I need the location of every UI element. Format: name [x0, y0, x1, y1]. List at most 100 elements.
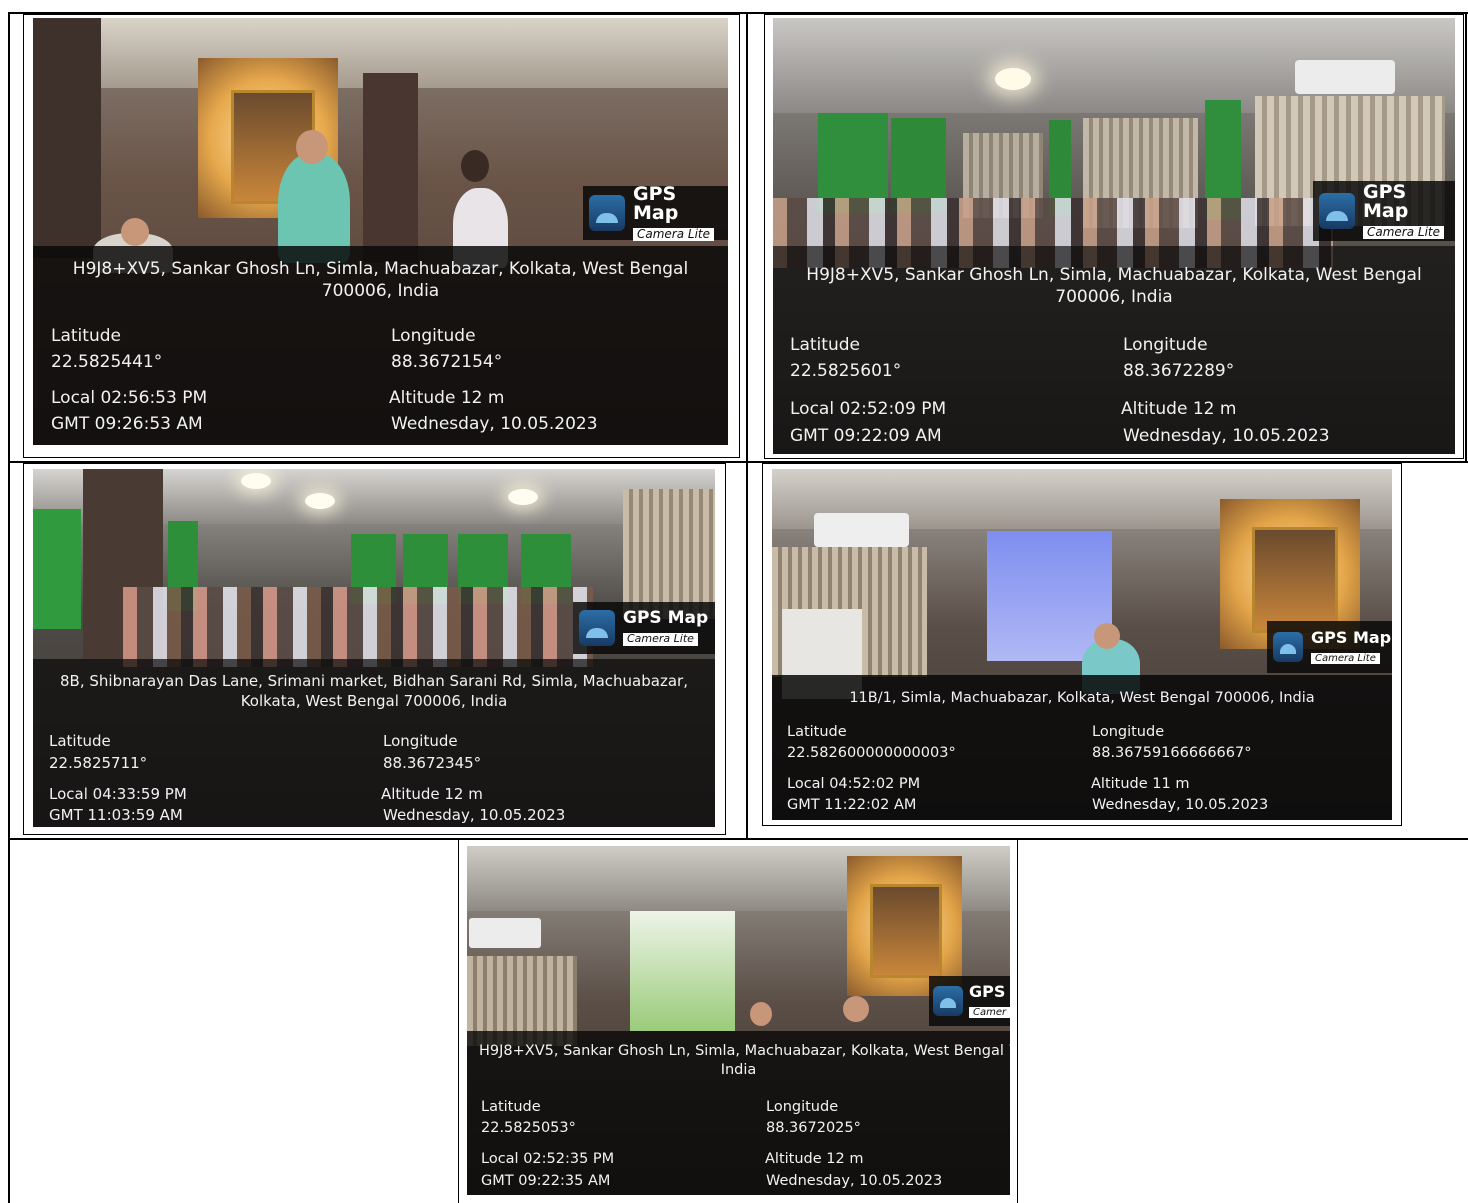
gps-info-overlay: 8B, Shibnarayan Das Lane, Srimani market…: [33, 659, 715, 827]
gmt-time: GMT 11:03:59 AM: [49, 806, 183, 824]
gmt-time: GMT 11:22:02 AM: [787, 797, 917, 813]
altitude: Altitude 12 m: [765, 1151, 864, 1167]
badge-title: GPS: [969, 981, 1006, 1001]
longitude-value: 88.3672154°: [391, 352, 503, 372]
date: Wednesday, 10.05.2023: [1123, 426, 1330, 446]
badge-title: GPS Map: [1363, 180, 1409, 222]
green-panel: [33, 509, 81, 629]
gps-map-badge: GPS Map Camera Lite: [1267, 621, 1392, 673]
address: H9J8+XV5, Sankar Ghosh Ln, Simla, Machua…: [479, 1043, 1010, 1059]
gps-map-badge: GPS Camer: [929, 976, 1010, 1026]
local-time: Local 02:52:35 PM: [481, 1151, 615, 1167]
badge-subtitle: Camera Lite: [1363, 225, 1445, 240]
latitude-value: 22.5825711°: [49, 754, 148, 772]
table-row-divider-2: [8, 838, 1468, 840]
head: [121, 218, 149, 246]
longitude-value: 88.3672289°: [1123, 361, 1235, 381]
date: Wednesday, 10.05.2023: [383, 806, 566, 824]
latitude-label: Latitude: [787, 724, 847, 740]
geotagged-photo: GPS Map Camera Lite 11B/1, Simla, Machua…: [772, 469, 1392, 820]
head: [843, 996, 869, 1022]
longitude-value: 88.3672025°: [766, 1120, 861, 1136]
ceiling-light: [508, 489, 538, 505]
latitude-label: Latitude: [481, 1099, 541, 1115]
gps-map-badge: GPS Map Camera Lite: [583, 182, 728, 242]
head: [296, 130, 328, 164]
latitude-value: 22.5825601°: [790, 361, 902, 381]
longitude-label: Longitude: [383, 732, 458, 750]
latitude-label: Latitude: [49, 732, 111, 750]
gps-map-badge: GPS Map Camera Lite: [573, 602, 715, 654]
gps-info-overlay: H9J8+XV5, Sankar Ghosh Ln, Simla, Machua…: [33, 246, 728, 445]
gps-info-overlay: 11B/1, Simla, Machuabazar, Kolkata, West…: [772, 675, 1392, 820]
badge-subtitle: Camera Lite: [633, 227, 715, 242]
latitude-label: Latitude: [51, 326, 121, 346]
gmt-time: GMT 09:22:35 AM: [481, 1173, 611, 1189]
table-divider-row3-right: [1017, 838, 1018, 1203]
projector-screen: [987, 531, 1112, 661]
altitude: Altitude 12 m: [381, 785, 483, 803]
latitude-value: 22.5825053°: [481, 1120, 576, 1136]
address: H9J8+XV5, Sankar Ghosh Ln, Simla, Machua…: [806, 265, 1422, 308]
badge-subtitle: Camer: [969, 1006, 1010, 1018]
longitude-label: Longitude: [766, 1099, 839, 1115]
wall-pillar: [33, 18, 101, 258]
wall-panel: [363, 73, 418, 263]
head: [1094, 623, 1120, 649]
latitude-label: Latitude: [790, 335, 860, 355]
air-conditioner: [469, 918, 541, 948]
longitude-label: Longitude: [1123, 335, 1208, 355]
geotagged-photo: GPS Camer H9J8+XV5, Sankar Ghosh Ln, Sim…: [467, 846, 1010, 1195]
gps-map-camera-logo-icon: [1273, 632, 1303, 662]
badge-title: GPS Map: [633, 182, 679, 224]
gps-info-overlay: H9J8+XV5, Sankar Ghosh Ln, Simla, Machua…: [773, 246, 1455, 454]
longitude-label: Longitude: [1092, 724, 1165, 740]
gps-map-camera-logo-icon: [579, 610, 615, 646]
projector-screen: [630, 911, 735, 1031]
date: Wednesday, 10.05.2023: [766, 1173, 943, 1189]
badge-title: GPS Map: [623, 608, 709, 628]
date: Wednesday, 10.05.2023: [391, 414, 598, 434]
ceiling-light: [305, 493, 335, 509]
air-conditioner: [814, 513, 909, 547]
air-conditioner: [1295, 60, 1395, 94]
portrait: [870, 884, 942, 978]
address-line-2: India: [720, 1061, 757, 1078]
address: 8B, Shibnarayan Das Lane, Srimani market…: [60, 672, 688, 710]
altitude: Altitude 11 m: [1091, 776, 1190, 792]
local-time: Local 04:33:59 PM: [49, 785, 187, 803]
gps-map-badge: GPS Map Camera Lite: [1313, 181, 1455, 241]
gmt-time: GMT 09:22:09 AM: [790, 426, 942, 446]
portrait: [1252, 527, 1338, 633]
gps-map-camera-logo-icon: [1319, 193, 1355, 229]
gps-map-camera-logo-icon: [933, 986, 963, 1016]
table-divider-vertical: [746, 12, 748, 840]
ceiling-light: [241, 473, 271, 489]
longitude-value: 88.3672345°: [383, 754, 482, 772]
address: H9J8+XV5, Sankar Ghosh Ln, Simla, Machua…: [72, 259, 689, 302]
longitude-value: 88.36759166666667°: [1092, 745, 1252, 761]
altitude: Altitude 12 m: [389, 388, 505, 408]
table-border-right: [1465, 12, 1467, 462]
latitude-value: 22.5825441°: [51, 352, 163, 372]
address: 11B/1, Simla, Machuabazar, Kolkata, West…: [849, 690, 1315, 706]
badge-title: GPS Map: [1311, 627, 1392, 647]
altitude: Altitude 12 m: [1121, 399, 1237, 419]
local-time: Local 02:56:53 PM: [51, 388, 208, 408]
latitude-value: 22.582600000000003°: [787, 745, 956, 761]
geotagged-photo: GPS Map Camera Lite 8B, Shibnarayan Das …: [33, 469, 715, 827]
local-time: Local 02:52:09 PM: [790, 399, 947, 419]
table-border-left: [8, 12, 10, 1203]
ceiling-light: [995, 68, 1031, 90]
head: [750, 1002, 772, 1026]
gps-map-camera-logo-icon: [589, 195, 625, 231]
badge-subtitle: Camera Lite: [623, 632, 698, 646]
longitude-label: Longitude: [391, 326, 476, 346]
geotagged-photo: GPS Map Camera Lite H9J8+XV5, Sankar Gho…: [773, 18, 1455, 454]
gmt-time: GMT 09:26:53 AM: [51, 414, 203, 434]
curtain: [623, 489, 715, 619]
audience: [123, 587, 593, 667]
table-divider-row3-left: [458, 838, 459, 1203]
date: Wednesday, 10.05.2023: [1092, 797, 1269, 813]
badge-subtitle: Camera Lite: [1311, 652, 1380, 664]
